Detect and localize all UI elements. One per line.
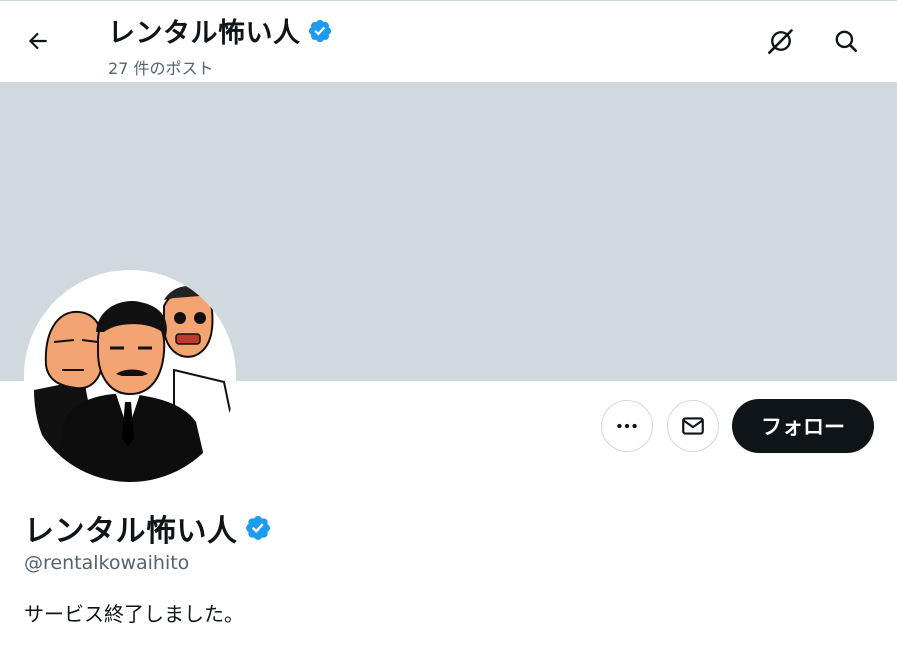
verified-badge-icon[interactable] [244, 514, 272, 542]
header-title-row: レンタル怖い人 [108, 11, 333, 50]
follow-button[interactable]: フォロー [732, 399, 874, 453]
verified-badge-icon [308, 19, 331, 42]
arrow-left-icon [28, 32, 47, 50]
message-button[interactable] [667, 400, 719, 452]
grok-button[interactable] [761, 21, 801, 61]
profile-display-name: レンタル怖い人 [24, 514, 238, 549]
avatar[interactable] [24, 270, 236, 482]
grok-icon [768, 29, 793, 54]
profile-name-row: レンタル怖い人 [24, 506, 272, 550]
more-options-button[interactable] [601, 400, 653, 452]
search-icon [835, 30, 858, 53]
header-display-name: レンタル怖い人 [108, 18, 301, 49]
avatar-illustration [34, 286, 236, 482]
back-button[interactable] [18, 21, 58, 61]
more-dots-icon [617, 423, 637, 429]
profile-bio: サービス終了しました。 [24, 602, 244, 626]
search-button[interactable] [826, 21, 866, 61]
post-count: 27 件のポスト [108, 59, 214, 78]
profile-handle: @rentalkowaihito [24, 552, 190, 574]
profile-header-bar: レンタル怖い人 27 件のポスト [0, 1, 897, 82]
envelope-icon [682, 417, 704, 435]
